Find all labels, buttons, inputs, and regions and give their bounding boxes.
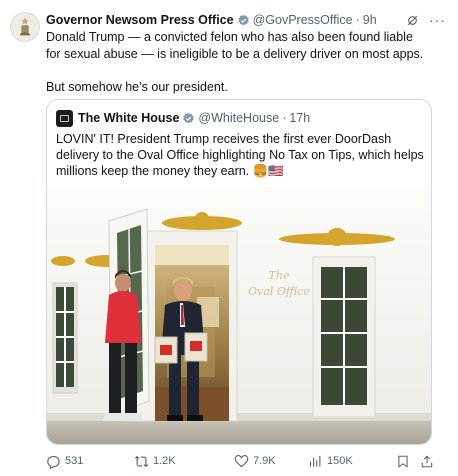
views-count: 150K	[327, 455, 353, 467]
quoted-tweet[interactable]: The White House @WhiteHouse · 17h LOVIN'…	[46, 99, 432, 445]
door-sign-line1: The	[269, 269, 290, 282]
tweet-text-paragraph-2: But somehow he’s our president.	[46, 79, 228, 94]
quoted-tweet-text: LOVIN' IT! President Trump receives the …	[56, 132, 424, 178]
post-time[interactable]: 9h	[363, 13, 377, 27]
tweet-text: Donald Trump — a convicted felon who has…	[46, 29, 426, 95]
quoted-author-name[interactable]: The White House	[78, 111, 179, 125]
tweet-text-paragraph-1: Donald Trump — a convicted felon who has…	[46, 30, 424, 61]
separator-dot: ·	[355, 13, 360, 27]
author-avatar[interactable]	[10, 12, 40, 42]
tweet[interactable]: Governor Newsom Press Office @GovPressOf…	[0, 0, 458, 476]
quoted-author-avatar[interactable]	[56, 109, 73, 127]
action-bar: 531 1.2K 7.9K 150K	[46, 452, 436, 470]
reply-button[interactable]: 531	[46, 452, 83, 470]
reply-icon	[47, 455, 60, 469]
more-icon[interactable]: ···	[429, 13, 446, 27]
like-count: 7.9K	[253, 455, 276, 467]
tweet-header: Governor Newsom Press Office @GovPressOf…	[46, 11, 446, 29]
quoted-tweet-photo[interactable]: The Oval Office	[47, 187, 431, 444]
quoted-tweet-header: The White House @WhiteHouse · 17h	[56, 109, 422, 127]
reply-count: 531	[65, 455, 84, 467]
separator-dot: ·	[282, 111, 287, 125]
share-icon	[421, 455, 433, 467]
share-button[interactable]	[420, 452, 434, 470]
verified-badge-icon	[182, 112, 195, 125]
author-handle[interactable]: @GovPressOffice	[253, 13, 353, 27]
quoted-author-handle[interactable]: @WhiteHouse	[198, 111, 279, 125]
repost-button[interactable]: 1.2K	[134, 452, 176, 470]
verified-badge-icon	[237, 14, 250, 27]
author-name[interactable]: Governor Newsom Press Office	[46, 13, 234, 27]
bookmark-button[interactable]	[396, 452, 410, 470]
views-button[interactable]: 150K	[308, 452, 353, 470]
views-icon	[309, 455, 321, 466]
grok-icon[interactable]	[406, 14, 419, 27]
repost-count: 1.2K	[153, 455, 176, 467]
bookmark-icon	[398, 455, 408, 468]
quoted-post-time[interactable]: 17h	[289, 111, 310, 125]
like-icon	[234, 454, 249, 467]
door-sign-line2: Oval Office	[248, 285, 310, 298]
repost-icon	[134, 455, 149, 467]
like-button[interactable]: 7.9K	[234, 452, 276, 470]
